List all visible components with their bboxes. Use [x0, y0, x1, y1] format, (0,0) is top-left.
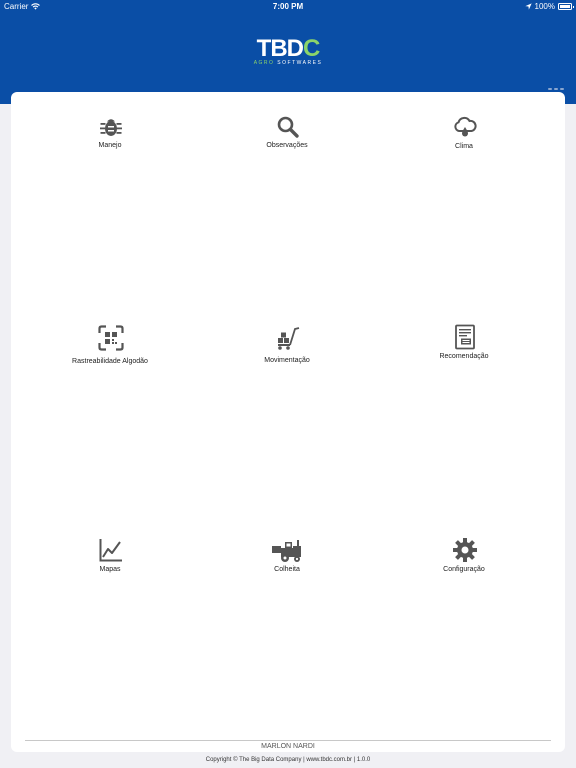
menu-item-rastreabilidade[interactable]: Rastreabilidade Algodão: [20, 325, 200, 385]
menu-card: Manejo Observações Clima Rastreabilidade…: [11, 92, 565, 752]
qr-scan-icon: [98, 325, 124, 351]
menu-label-configuracao: Configuração: [443, 566, 485, 573]
menu-item-recomendacao[interactable]: Recomendação: [374, 324, 554, 384]
cloud-rain-icon: [452, 114, 478, 140]
header-bar: Carrier 7:00 PM 100% TBDC AGRO SOFTWARES: [0, 0, 576, 104]
drag-handle-dots: [548, 88, 564, 90]
logo-d: D: [286, 35, 304, 62]
copyright-text: Copyright © The Big Data Company | www.t…: [205, 757, 371, 763]
menu-label-observacoes: Observações: [266, 142, 308, 149]
hand-truck-icon: [275, 325, 301, 351]
tbdc-logo: TBDC AGRO SOFTWARES: [238, 36, 338, 70]
footer-divider: [25, 740, 551, 741]
logo-softwares: SOFTWARES: [274, 60, 323, 66]
menu-label-mapas: Mapas: [99, 566, 121, 573]
location-arrow-icon: [524, 3, 532, 10]
menu-label-clima: Clima: [455, 143, 473, 150]
menu-item-mapas[interactable]: Mapas: [20, 537, 200, 597]
search-icon: [275, 114, 301, 140]
menu-item-configuracao[interactable]: Configuração: [374, 537, 554, 597]
menu-item-colheita[interactable]: Colheita: [197, 537, 377, 597]
menu-item-movimentacao[interactable]: Movimentação: [197, 325, 377, 385]
logged-user-name: MARLON NARDI: [261, 743, 315, 750]
menu-label-manejo: Manejo: [98, 142, 122, 149]
menu-item-observacoes[interactable]: Observações: [197, 114, 377, 174]
logo-tb: TB: [256, 35, 288, 62]
battery-percent: 100%: [534, 2, 555, 11]
logo-agro: AGRO: [253, 60, 275, 66]
menu-label-rastreabilidade: Rastreabilidade Algodão: [72, 358, 148, 365]
menu-label-colheita: Colheita: [274, 566, 300, 573]
menu-label-movimentacao: Movimentação: [264, 357, 310, 364]
gear-icon: [452, 537, 478, 563]
status-time: 7:00 PM: [272, 2, 304, 11]
status-bar: Carrier 7:00 PM 100%: [0, 0, 576, 13]
logo-c: C: [303, 35, 320, 62]
document-icon: [452, 324, 478, 350]
bug-icon: [98, 114, 124, 140]
menu-item-manejo[interactable]: Manejo: [20, 114, 200, 174]
menu-item-clima[interactable]: Clima: [374, 114, 554, 174]
line-chart-icon: [98, 537, 124, 563]
harvester-icon: [271, 537, 305, 563]
menu-label-recomendacao: Recomendação: [439, 353, 489, 360]
battery-icon: [558, 3, 574, 10]
